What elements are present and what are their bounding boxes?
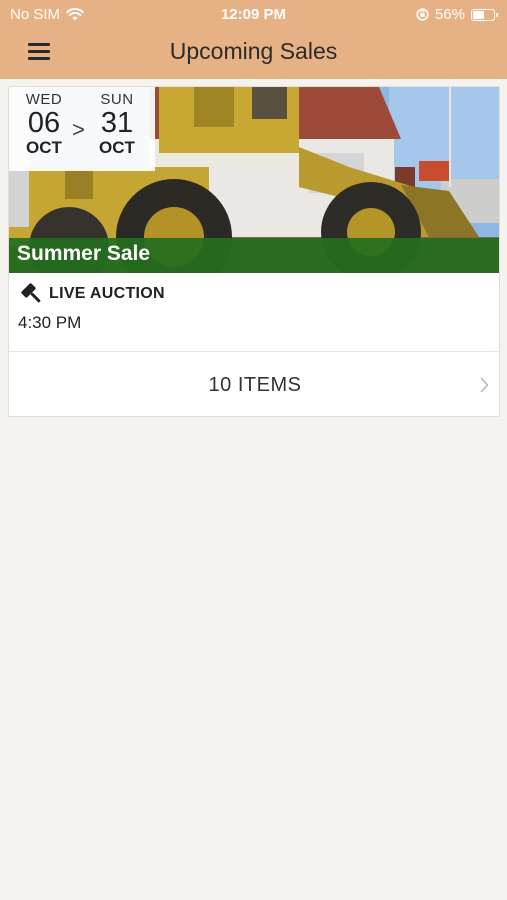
- start-month: OCT: [26, 138, 62, 157]
- end-month: OCT: [99, 138, 135, 157]
- end-day: 31: [100, 107, 134, 139]
- page-title: Upcoming Sales: [169, 38, 338, 64]
- chevron-right-icon: [480, 377, 489, 393]
- status-right: 56%: [416, 6, 498, 23]
- battery-percent: 56%: [434, 6, 465, 23]
- sale-card[interactable]: WED 06 OCT > SUN 31 OCT Summer Sale LIVE…: [8, 86, 500, 417]
- sale-title-banner: Summer Sale: [9, 238, 499, 273]
- battery-level: [473, 10, 484, 19]
- gavel-icon: [21, 283, 41, 303]
- start-date: WED 06 OCT: [18, 91, 70, 158]
- start-day: 06: [27, 107, 61, 139]
- nav-bar: Upcoming Sales: [0, 28, 507, 79]
- date-separator: >: [72, 117, 85, 142]
- items-count-label: 10 ITEMS: [208, 374, 302, 396]
- sale-photo[interactable]: WED 06 OCT > SUN 31 OCT Summer Sale: [9, 87, 499, 273]
- items-button[interactable]: 10 ITEMS: [9, 352, 499, 416]
- end-day-of-week: SUN: [100, 91, 134, 108]
- auction-type-label: LIVE AUCTION: [49, 285, 165, 302]
- sale-title: Summer Sale: [17, 242, 151, 265]
- battery-icon: [471, 8, 498, 21]
- orientation-lock-icon: [416, 8, 429, 21]
- app-header: No SIM 12:09 PM 56% Upcoming Sales: [0, 0, 507, 79]
- auction-type: LIVE AUCTION: [21, 283, 165, 305]
- sale-time: 4:30 PM: [18, 313, 82, 332]
- end-date: SUN 31 OCT: [91, 91, 143, 158]
- start-day-of-week: WED: [25, 91, 63, 108]
- date-range-badge: WED 06 OCT > SUN 31 OCT: [9, 87, 155, 171]
- status-bar: No SIM 12:09 PM 56%: [0, 0, 507, 28]
